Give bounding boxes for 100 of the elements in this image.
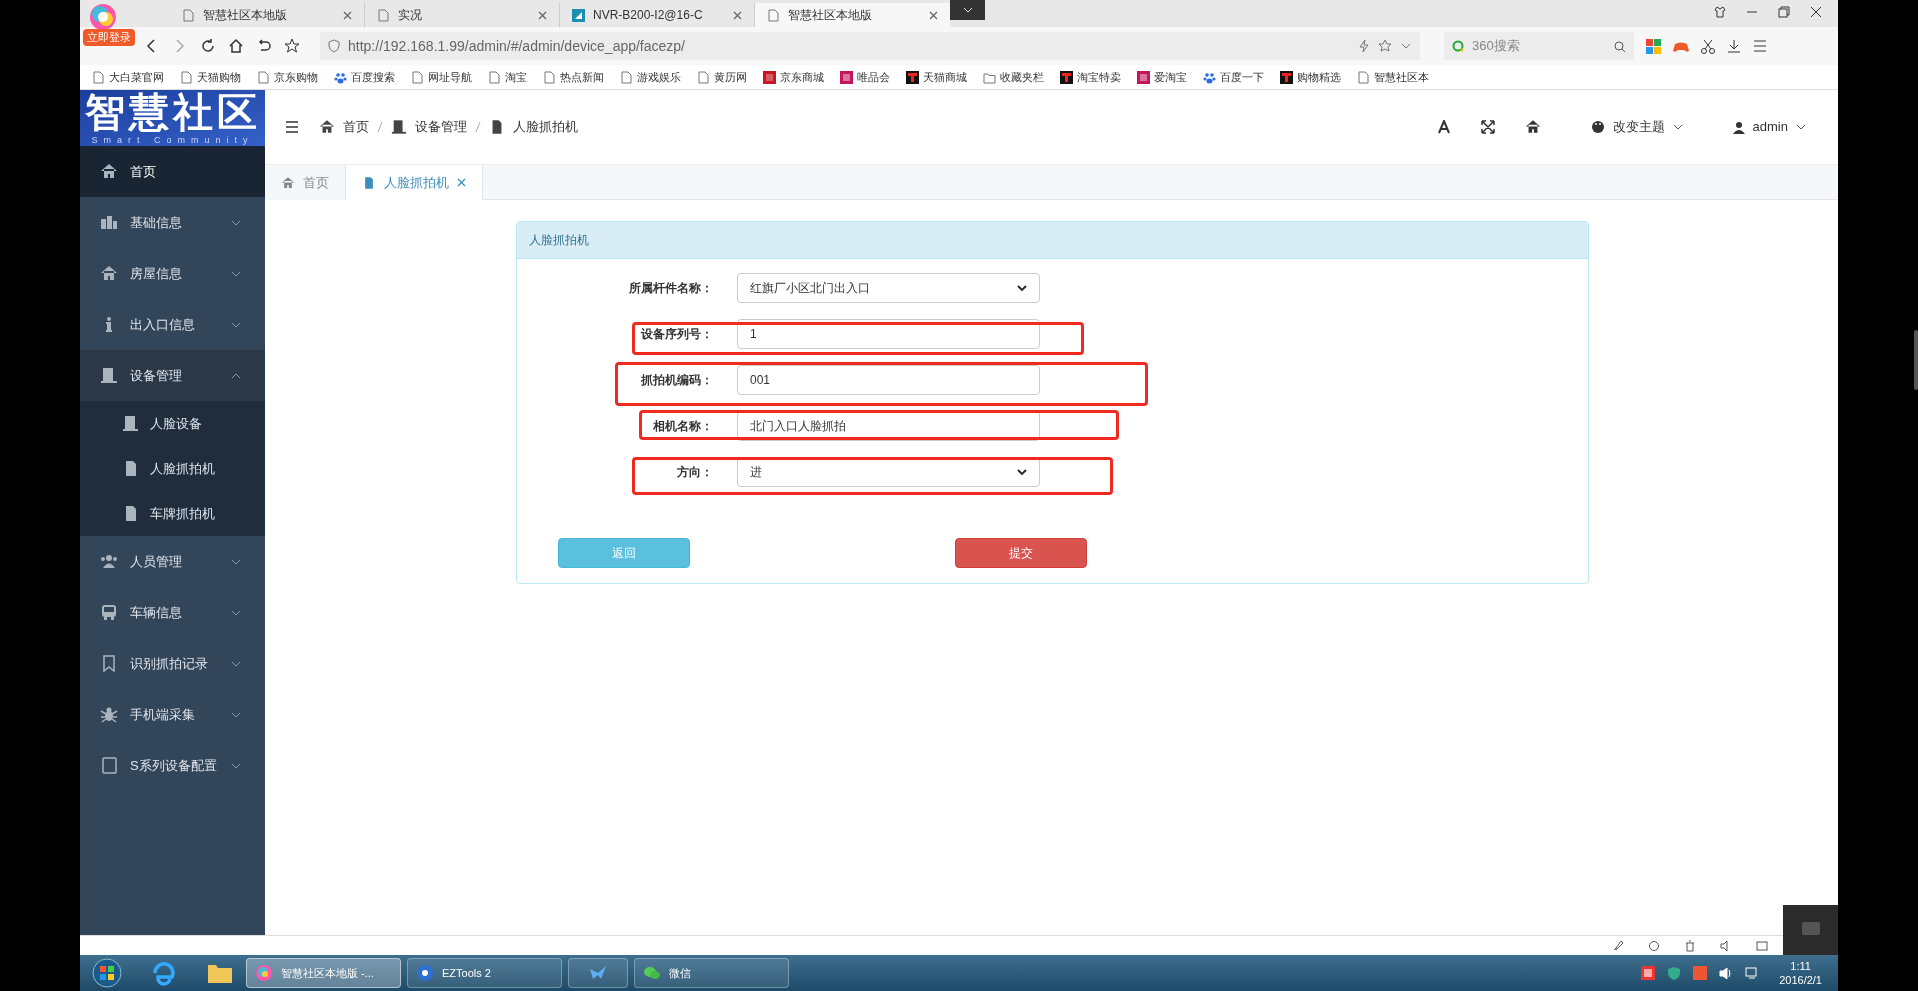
network-icon[interactable]	[1745, 966, 1760, 980]
page-icon	[411, 70, 424, 84]
browser-icon[interactable]	[150, 959, 178, 987]
scissors-icon[interactable]	[1701, 38, 1715, 54]
taskbar-button[interactable]: EZTools 2	[407, 958, 562, 988]
bookmark-link[interactable]: 百度一下	[1203, 68, 1264, 86]
bookmark-link[interactable]: 京东购物	[257, 68, 318, 86]
page-icon	[697, 70, 710, 84]
page-tab[interactable]: 首页	[265, 165, 346, 200]
window-icon[interactable]	[1756, 939, 1768, 952]
taskbar-button[interactable]: 智慧社区本地版 -...	[246, 958, 401, 988]
bookmark-icon	[100, 655, 118, 672]
close-icon[interactable]	[1810, 6, 1822, 18]
bookmark-link[interactable]: 爱淘宝	[1137, 68, 1187, 86]
reload-icon[interactable]	[200, 38, 216, 54]
paw-icon	[1203, 70, 1216, 84]
theme-menu[interactable]: 改变主题	[1590, 117, 1683, 137]
address-bar[interactable]: http://192.168.1.99/admin/#/admin/device_app/facezp/	[320, 32, 1420, 60]
dropdown[interactable]: 红旗厂小区北门出入口	[737, 273, 1040, 303]
close-icon[interactable]	[538, 10, 547, 20]
apps-icon[interactable]	[1646, 38, 1661, 54]
input-field[interactable]: 北门入口人脸抓拍	[737, 411, 1040, 441]
shield-icon[interactable]	[1667, 965, 1682, 981]
restore-icon[interactable]	[1778, 6, 1790, 18]
page-icon	[1357, 70, 1370, 84]
breadcrumb-link[interactable]: 设备管理	[415, 117, 467, 137]
clock-date: 2016/2/1	[1779, 973, 1822, 987]
close-icon[interactable]	[733, 10, 742, 20]
bookmark-link[interactable]: 网址导航	[411, 68, 472, 86]
url-text: http://192.168.1.99/admin/#/admin/device_app/facezp/	[348, 36, 686, 56]
tablet-icon	[100, 757, 118, 774]
bookmark-link[interactable]: 黄历网	[697, 68, 747, 86]
scrollbar-thumb[interactable]	[1914, 330, 1918, 390]
submenu-item[interactable]: 人脸设备	[80, 401, 265, 446]
page-icon	[257, 70, 270, 84]
door-icon	[122, 415, 138, 432]
close-icon[interactable]	[343, 10, 352, 20]
submenu-item[interactable]: 人脸抓拍机	[80, 446, 265, 491]
search-field[interactable]: 360搜索	[1444, 32, 1634, 60]
logo-title: 智慧社区	[84, 90, 261, 134]
field-label: 相机名称：	[652, 418, 714, 435]
user-menu[interactable]: admin	[1732, 117, 1806, 137]
page-icon	[767, 8, 780, 22]
bookmark-link[interactable]: 百度搜索	[334, 68, 395, 86]
star-icon[interactable]	[1378, 39, 1392, 53]
input-method-icon[interactable]	[1641, 966, 1656, 980]
square-logo-icon	[840, 70, 853, 84]
lightning-icon[interactable]	[1358, 39, 1370, 53]
bookmark-link[interactable]: 大白菜官网	[92, 68, 164, 86]
page-icon	[543, 70, 556, 84]
menu-icon[interactable]	[285, 120, 299, 134]
font-size-icon[interactable]	[1436, 120, 1451, 134]
file-icon	[362, 175, 376, 190]
tab-title: 智慧社区本地版	[203, 7, 288, 24]
skin-icon[interactable]	[1714, 6, 1726, 18]
bookmark-link[interactable]: 天猫购物	[180, 68, 241, 86]
search-input[interactable]: 360搜索	[1472, 36, 1605, 56]
chevron-icon	[1017, 468, 1027, 476]
square-logo-icon	[763, 70, 776, 84]
page-icon	[488, 70, 501, 84]
tab-title: NVR-B200-I2@16-C	[593, 7, 704, 24]
bookmark-link[interactable]: 收藏夹栏	[983, 68, 1044, 86]
bookmark-link[interactable]: 唯品会	[840, 68, 890, 86]
input-field[interactable]: 1	[737, 319, 1040, 349]
taskbar-button[interactable]: 微信	[634, 958, 789, 988]
bookmark-link[interactable]: 淘宝	[488, 68, 527, 86]
page-tab[interactable]: 人脸抓拍机	[346, 165, 483, 200]
bookmark-link[interactable]: 热点新闻	[543, 68, 604, 86]
bookmark-link[interactable]: 淘宝特卖	[1060, 68, 1121, 86]
bookmark-link[interactable]: 游戏娱乐	[620, 68, 681, 86]
volume-icon[interactable]	[1719, 966, 1734, 980]
breadcrumb-link[interactable]: 首页	[343, 117, 369, 137]
home-icon	[100, 265, 118, 282]
home-icon[interactable]	[1524, 119, 1541, 135]
sidebar-item[interactable]: 首页	[80, 146, 265, 197]
chevron-icon	[231, 710, 241, 719]
browser-logo-icon[interactable]	[88, 2, 118, 32]
bookmark-link[interactable]: 京东商城	[763, 68, 824, 86]
close-icon[interactable]	[929, 10, 938, 20]
browser-tab[interactable]: 智慧社区本地版	[755, 3, 950, 27]
breadcrumb-link[interactable]: 人脸抓拍机	[513, 117, 578, 137]
input-field[interactable]: 001	[737, 365, 1040, 395]
search-icon[interactable]	[1613, 39, 1626, 53]
download-icon[interactable]	[1727, 39, 1741, 53]
submenu-item[interactable]: 车牌抓拍机	[80, 491, 265, 536]
undo-icon[interactable]	[256, 38, 272, 54]
fullscreen-icon[interactable]	[1480, 120, 1495, 134]
sidebar-item[interactable]: 设备管理	[80, 350, 265, 401]
menu-icon[interactable]	[1753, 39, 1767, 53]
taskbar-button[interactable]	[568, 958, 628, 988]
bookmark-link[interactable]: 购物精选	[1280, 68, 1341, 86]
star-icon[interactable]	[284, 38, 300, 54]
home-icon[interactable]	[228, 38, 244, 54]
trash-icon[interactable]	[1684, 939, 1696, 952]
bookmark-link[interactable]: 智慧社区本	[1357, 68, 1429, 86]
submit-button[interactable]: 提交	[955, 538, 1087, 568]
start-button[interactable]	[92, 958, 122, 988]
chevron-icon	[1796, 123, 1806, 131]
square-logo-icon	[1137, 70, 1150, 84]
bookmark-link[interactable]: 天猫商城	[906, 68, 967, 86]
